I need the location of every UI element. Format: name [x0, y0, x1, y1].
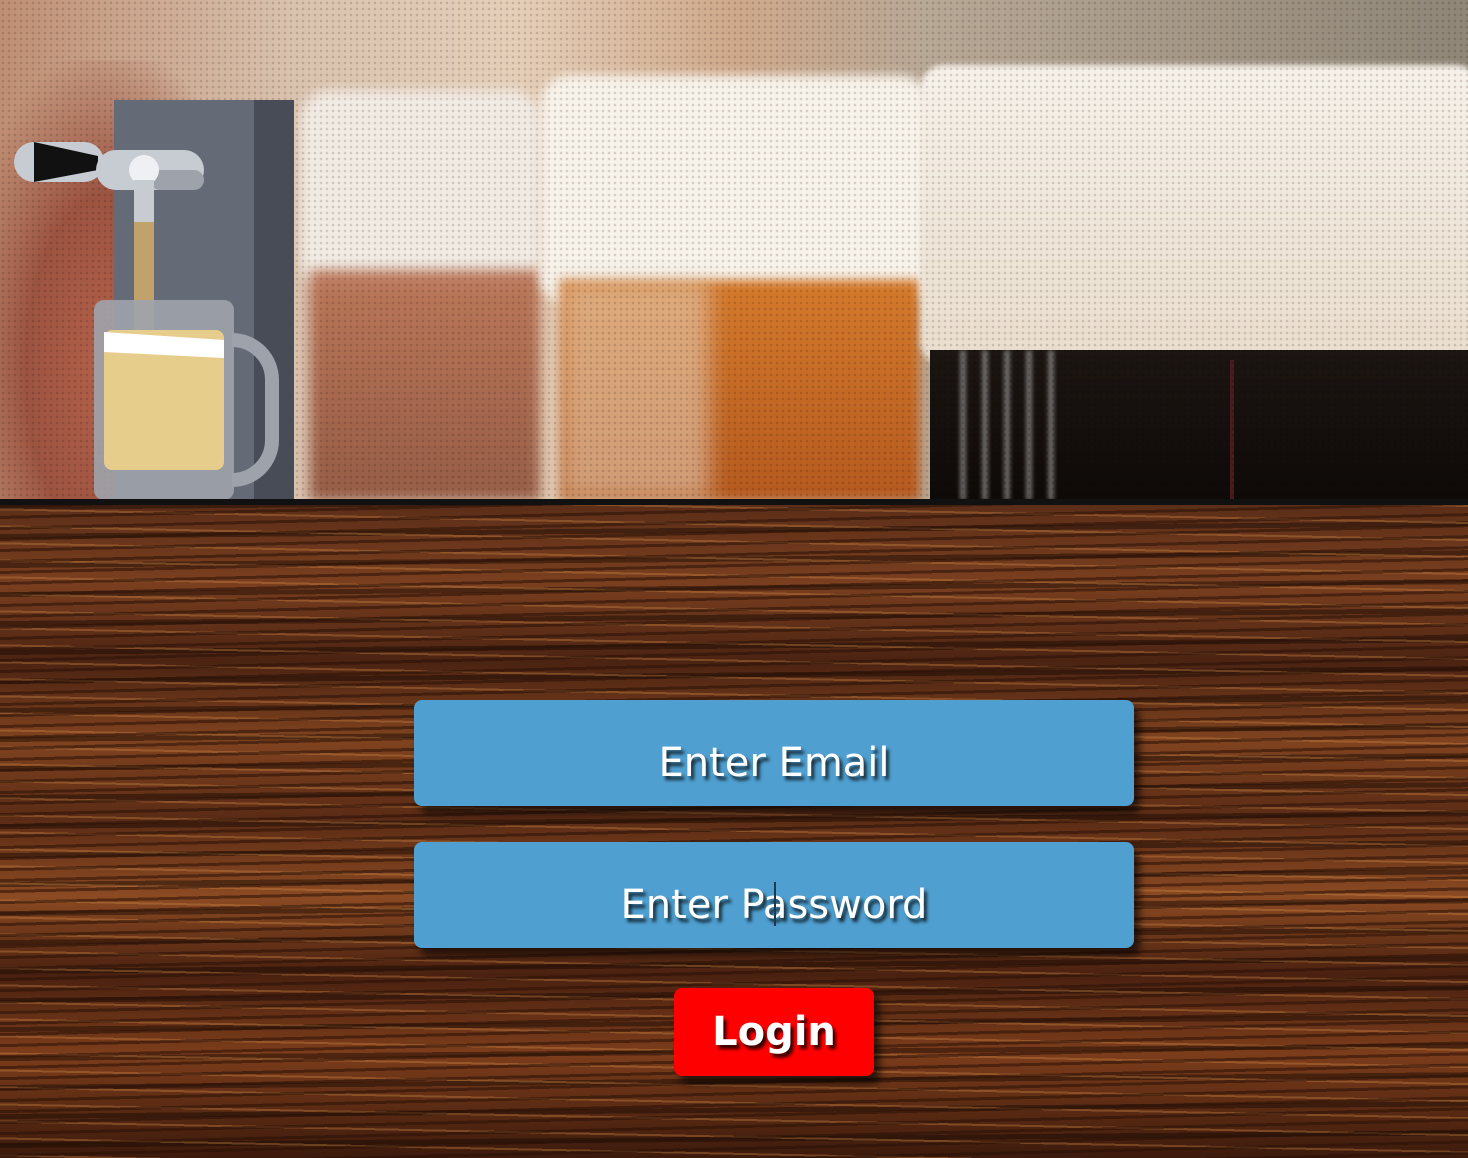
- email-field[interactable]: Enter Email: [414, 700, 1134, 806]
- beer-tap-icon: [0, 90, 300, 500]
- login-page: Enter Email Enter Password Login: [0, 0, 1468, 1158]
- text-caret: [774, 882, 776, 926]
- login-button[interactable]: Login: [674, 988, 874, 1076]
- email-placeholder: Enter Email: [658, 740, 890, 786]
